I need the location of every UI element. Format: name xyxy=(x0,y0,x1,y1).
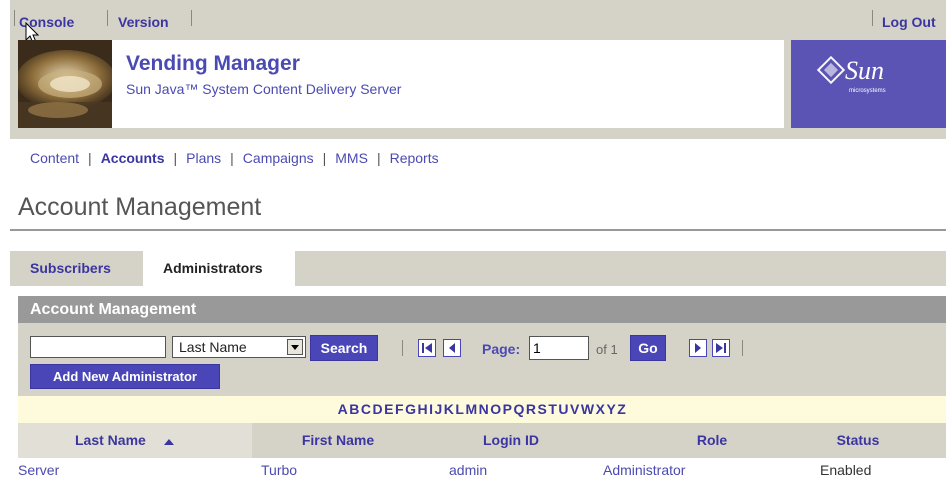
column-header-status[interactable]: Status xyxy=(818,423,898,458)
page-number-input[interactable]: 1 xyxy=(529,336,589,360)
nav-item-accounts[interactable]: Accounts xyxy=(101,150,165,166)
nav-separator: | xyxy=(230,150,234,166)
alpha-letter-g[interactable]: G xyxy=(405,396,416,423)
cell-first-name[interactable]: Turbo xyxy=(261,462,297,478)
alpha-letter-q[interactable]: Q xyxy=(513,396,524,423)
alpha-letter-e[interactable]: E xyxy=(384,396,394,423)
nav-item-content[interactable]: Content xyxy=(30,150,79,166)
divider xyxy=(872,10,873,26)
nav-item-mms[interactable]: MMS xyxy=(335,150,368,166)
alpha-letter-d[interactable]: D xyxy=(373,396,384,423)
nav-separator: | xyxy=(88,150,92,166)
cell-role[interactable]: Administrator xyxy=(603,462,685,478)
version-link[interactable]: Version xyxy=(118,14,169,30)
search-field-select[interactable]: Last Name xyxy=(172,336,306,358)
alpha-letter-b[interactable]: B xyxy=(349,396,360,423)
alpha-letter-a[interactable]: A xyxy=(338,396,349,423)
sun-logo-subtext: microsystems xyxy=(849,88,886,94)
cell-status: Enabled xyxy=(820,462,872,478)
search-button[interactable]: Search xyxy=(310,335,378,361)
sun-logo: Sun microsystems xyxy=(791,40,946,128)
alpha-letter-m[interactable]: M xyxy=(465,396,477,423)
chevron-down-icon[interactable] xyxy=(287,339,303,355)
column-label: Last Name xyxy=(75,432,146,448)
divider xyxy=(107,10,108,26)
app-title: Vending Manager xyxy=(126,52,300,75)
alpha-letter-x[interactable]: X xyxy=(596,396,606,423)
tab-strip: Subscribers Administrators xyxy=(10,251,946,287)
nav-separator: | xyxy=(322,150,327,166)
next-page-icon[interactable] xyxy=(689,339,707,357)
tab-subscribers[interactable]: Subscribers xyxy=(10,251,140,286)
alpha-letter-f[interactable]: F xyxy=(395,396,404,423)
nav-separator: | xyxy=(173,150,178,166)
alpha-letter-j[interactable]: J xyxy=(434,396,442,423)
search-toolbar: Last Name Search Page: 1 of 1 Go Add New… xyxy=(18,323,946,396)
select-value: Last Name xyxy=(179,339,247,355)
alpha-letter-l[interactable]: L xyxy=(455,396,464,423)
cell-login-id[interactable]: admin xyxy=(449,462,487,478)
column-header-role[interactable]: Role xyxy=(684,423,740,458)
previous-page-icon[interactable] xyxy=(443,339,461,357)
divider xyxy=(402,340,403,356)
logout-link[interactable]: Log Out xyxy=(882,14,936,30)
alpha-letter-c[interactable]: C xyxy=(361,396,372,423)
add-administrator-button[interactable]: Add New Administrator xyxy=(30,364,220,389)
nav-item-plans[interactable]: Plans xyxy=(186,150,221,166)
nav-item-reports[interactable]: Reports xyxy=(390,150,439,166)
alpha-letter-o[interactable]: O xyxy=(490,396,501,423)
alpha-letter-k[interactable]: K xyxy=(444,396,455,423)
search-input[interactable] xyxy=(30,336,166,358)
sun-logo-text: Sun xyxy=(845,56,884,85)
cell-last-name[interactable]: Server xyxy=(18,462,59,478)
alpha-letter-y[interactable]: Y xyxy=(606,396,616,423)
page-label: Page: xyxy=(482,341,521,357)
table-header: Last Name First Name Login ID Role Statu… xyxy=(18,423,946,458)
alpha-letter-w[interactable]: W xyxy=(581,396,595,423)
masthead: Console Version Log Out Vending Manager … xyxy=(10,0,946,139)
last-page-icon[interactable] xyxy=(712,339,730,357)
alpha-letter-v[interactable]: V xyxy=(570,396,580,423)
panel-title: Account Management xyxy=(18,296,946,323)
alpha-letter-s[interactable]: S xyxy=(538,396,548,423)
tab-administrators[interactable]: Administrators xyxy=(143,251,295,287)
page-count: of 1 xyxy=(596,342,618,357)
divider xyxy=(14,10,15,26)
alpha-letter-r[interactable]: R xyxy=(526,396,537,423)
alphabet-filter: ABCDEFGHIJKLMNOPQRSTUVWXYZ xyxy=(18,396,946,423)
alpha-letter-z[interactable]: Z xyxy=(617,396,626,423)
alpha-letter-u[interactable]: U xyxy=(558,396,569,423)
alpha-letter-n[interactable]: N xyxy=(479,396,490,423)
alpha-letter-t[interactable]: T xyxy=(548,396,557,423)
column-header-last-name[interactable]: Last Name xyxy=(18,423,252,458)
alpha-letter-p[interactable]: P xyxy=(503,396,513,423)
first-page-icon[interactable] xyxy=(418,339,436,357)
primary-nav: Content | Accounts | Plans | Campaigns | MMS | Rep… xyxy=(30,150,439,168)
brand-image xyxy=(18,40,112,128)
nav-item-campaigns[interactable]: Campaigns xyxy=(243,150,314,166)
divider xyxy=(742,340,743,356)
alpha-letter-h[interactable]: H xyxy=(417,396,428,423)
go-button[interactable]: Go xyxy=(630,335,666,361)
app-subtitle: Sun Java™ System Content Delivery Server xyxy=(126,81,402,97)
nav-separator: | xyxy=(376,150,381,166)
column-header-first-name[interactable]: First Name xyxy=(288,423,388,458)
alpha-letter-i[interactable]: I xyxy=(429,396,433,423)
page-title: Account Management xyxy=(18,193,262,221)
sort-ascending-icon[interactable] xyxy=(163,438,175,446)
brand-panel: Vending Manager Sun Java™ System Content… xyxy=(112,40,784,128)
title-divider xyxy=(10,229,946,231)
column-header-login-id[interactable]: Login ID xyxy=(468,423,554,458)
utility-bar: Console Version Log Out xyxy=(10,0,946,36)
table-row: Server Turbo admin Administrator Enabled xyxy=(18,458,946,483)
divider xyxy=(191,10,192,26)
